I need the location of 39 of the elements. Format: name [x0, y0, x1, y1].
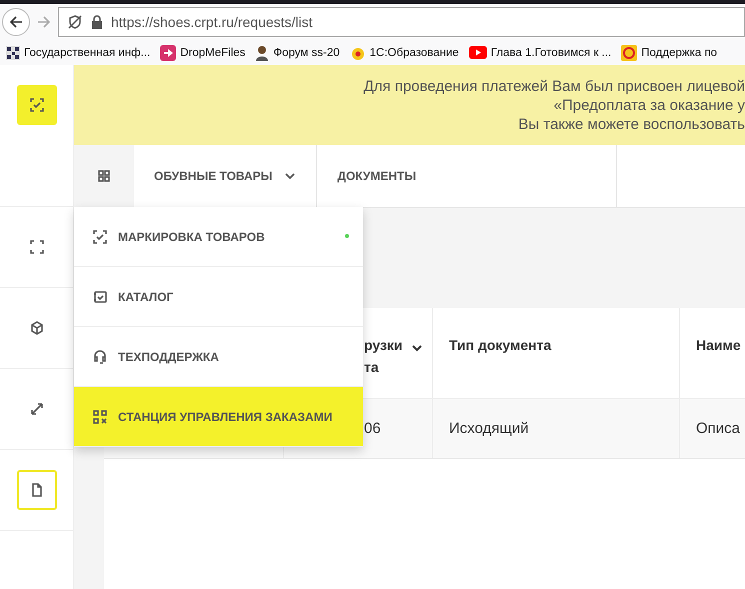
shield-slash-icon [67, 14, 83, 30]
back-arrow-icon [8, 14, 24, 30]
table-cell: 06 [364, 420, 381, 437]
menu-item[interactable]: СТАНЦИЯ УПРАВЛЕНИЯ ЗАКАЗАМИ [74, 387, 363, 447]
menu-item[interactable]: ТЕХПОДДЕРЖКА [74, 327, 363, 387]
lock-icon [91, 15, 103, 29]
scan-check-icon [28, 97, 44, 113]
play-icon [468, 46, 487, 59]
mosaic-icon [6, 46, 20, 60]
checklist-icon [92, 288, 108, 304]
table-cell: Исходящий [449, 420, 529, 437]
logo[interactable] [16, 85, 56, 125]
bookmark-link[interactable]: Глава 1.Готовимся к ... [468, 46, 612, 59]
notice-line: Вы также можете воспользовать [518, 114, 745, 134]
bookmark-link[interactable]: Поддержка по [621, 44, 718, 60]
notice-line: Для проведения платежей Вам был присвоен лицевой [364, 76, 745, 96]
bookmark-link[interactable]: 1С:Образование [350, 44, 459, 60]
bookmark-link[interactable]: Форум ss-20 [255, 44, 340, 60]
figure-icon [255, 44, 270, 60]
url-text: https://shoes.crpt.ru/requests/list [111, 14, 313, 30]
notice-line: «Предоплата за оказание у [554, 96, 745, 114]
bookmark-link[interactable]: Государственная инф... [6, 46, 150, 60]
menu-item[interactable]: КАТАЛОГ [74, 267, 363, 327]
column-header[interactable]: Наиме [680, 308, 745, 398]
scan-check-icon [92, 228, 108, 244]
table-cell: Описа [696, 420, 740, 437]
column-header[interactable]: Тип документа [433, 308, 680, 398]
qr-icon [92, 408, 108, 424]
arrows-icon [28, 401, 44, 417]
bookmark-link[interactable]: DropMeFiles [160, 44, 246, 60]
address-field[interactable]: https://shoes.crpt.ru/requests/list [58, 7, 745, 37]
back-button[interactable] [2, 8, 30, 36]
cube-icon [28, 320, 44, 336]
frame-icon [28, 239, 44, 255]
headset-icon [92, 348, 108, 364]
grid-icon [96, 168, 112, 184]
apps-menu-button[interactable] [74, 145, 134, 207]
sidebar-button[interactable] [16, 470, 56, 510]
menu-item[interactable]: МАРКИРОВКА ТОВАРОВ [74, 207, 363, 267]
